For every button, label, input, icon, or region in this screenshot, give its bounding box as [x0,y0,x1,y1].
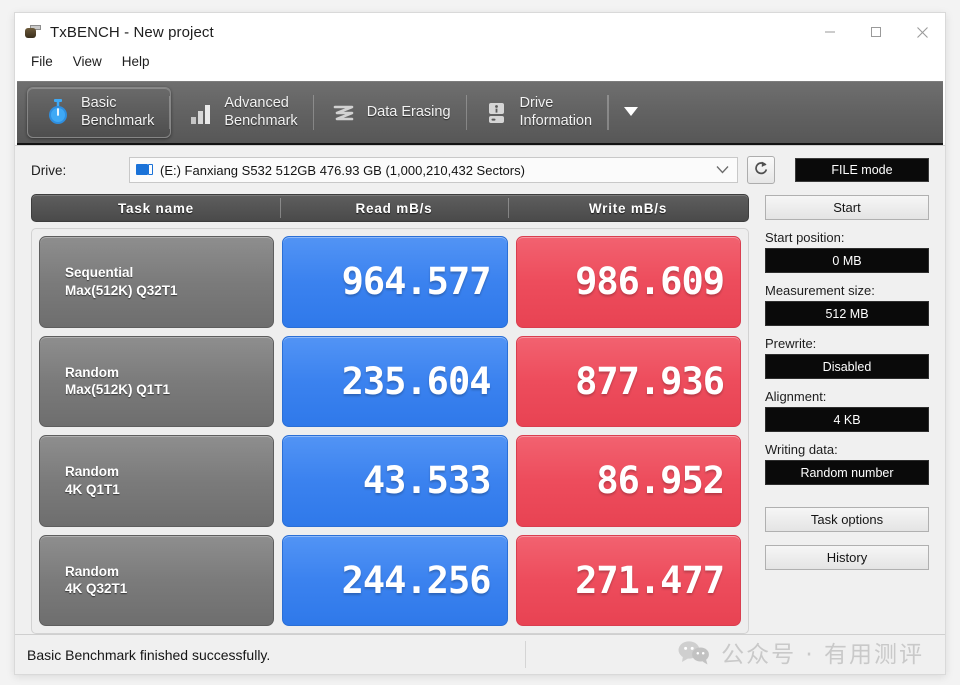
status-bar: Basic Benchmark finished successfully. [15,634,945,674]
read-speed-value: 235.604 [341,359,492,403]
write-speed-value: 271.477 [575,558,725,602]
tab-drive-information[interactable]: Drive Information [467,87,609,138]
writing-data-value[interactable]: Random number [765,460,929,485]
results-rows: Sequential Max(512K) Q32T1 964.577 986.6… [31,228,749,634]
measurement-size-value[interactable]: 512 MB [765,301,929,326]
refresh-drives-button[interactable] [747,156,775,184]
writing-data-label: Writing data: [765,442,838,457]
task-name-cell: Random 4K Q1T1 [39,435,274,527]
menu-bar: File View Help [15,51,945,73]
read-speed-value: 43.533 [362,459,492,503]
drive-selected-value: (E:) Fanxiang S532 512GB 476.93 GB (1,00… [160,162,525,178]
drive-selector-row: Drive: (E:) Fanxiang S532 512GB 476.93 G… [15,146,945,194]
txbench-window: TxBENCH - New project File View Help Bas… [14,12,946,675]
tab-label-basic-benchmark: Basic Benchmark [81,95,155,129]
task-name-cell: Random 4K Q32T1 [39,534,274,626]
chevron-down-icon [622,104,640,122]
maximize-icon[interactable] [853,17,899,47]
start-button[interactable]: Start [765,195,929,220]
hdd-icon [136,163,154,177]
stopwatch-icon [44,98,72,128]
tab-label-drive-information: Drive Information [519,95,593,129]
header-write-speed: Write mB/s [508,195,748,221]
drive-label: Drive: [31,162,67,178]
tab-data-erasing[interactable]: Data Erasing [314,87,467,138]
task-name-cell: Sequential Max(512K) Q32T1 [39,236,274,328]
task-name-cell: Random Max(512K) Q1T1 [39,335,274,427]
read-speed-cell: 43.533 [282,435,508,527]
write-speed-value: 877.936 [575,359,725,403]
title-bar: TxBENCH - New project [15,13,945,51]
settings-panel: Start Start position: 0 MB Measurement s… [765,194,929,634]
txbench-app-icon [25,24,42,40]
task-line-1: Random [65,563,119,579]
drive-select[interactable]: (E:) Fanxiang S532 512GB 476.93 GB (1,00… [129,157,738,183]
status-divider [525,641,526,668]
chevron-down-icon [716,161,729,179]
write-speed-cell: 86.952 [515,435,741,527]
history-button[interactable]: History [765,545,929,570]
task-line-1: Random [65,464,119,480]
menu-item-help[interactable]: Help [122,55,150,69]
menu-item-file[interactable]: File [31,55,53,69]
results-header-row: Task name Read mB/s Write mB/s [31,194,749,222]
read-speed-value: 244.256 [341,558,492,602]
read-speed-value: 964.577 [341,260,492,304]
table-row: Random 4K Q32T1 244.256 271.477 [39,534,741,626]
menu-item-view[interactable]: View [73,55,102,69]
drive-info-icon [483,98,511,128]
write-speed-cell: 877.936 [515,335,741,427]
file-mode-button[interactable]: FILE mode [795,158,929,182]
tab-overflow-button[interactable] [608,87,656,138]
tab-label-advanced-benchmark: Advanced Benchmark [224,95,298,129]
refresh-icon [752,159,770,182]
task-line-1: Sequential [65,265,134,281]
write-speed-cell: 271.477 [515,534,741,626]
tab-basic-benchmark[interactable]: Basic Benchmark [27,87,172,138]
task-line-2: Max(512K) Q32T1 [65,282,178,298]
status-message: Basic Benchmark finished successfully. [27,646,271,663]
measurement-size-label: Measurement size: [765,283,875,298]
write-speed-cell: 986.609 [515,236,741,328]
start-position-value[interactable]: 0 MB [765,248,929,273]
tab-label-data-erasing: Data Erasing [366,103,451,120]
results-table: Task name Read mB/s Write mB/s Sequentia… [31,194,749,634]
close-icon[interactable] [899,17,945,47]
content-area: Drive: (E:) Fanxiang S532 512GB 476.93 G… [15,145,945,674]
read-speed-cell: 235.604 [282,335,508,427]
eraser-wave-icon [330,98,358,128]
main-split: Task name Read mB/s Write mB/s Sequentia… [15,194,945,634]
task-options-button[interactable]: Task options [765,507,929,532]
task-line-2: 4K Q1T1 [65,481,120,497]
screenshot-root: TxBENCH - New project File View Help Bas… [0,0,960,685]
table-row: Random Max(512K) Q1T1 235.604 877.936 [39,335,741,427]
read-speed-cell: 244.256 [282,534,508,626]
table-row: Sequential Max(512K) Q32T1 964.577 986.6… [39,236,741,328]
task-line-2: 4K Q32T1 [65,581,128,597]
table-row: Random 4K Q1T1 43.533 86.952 [39,435,741,527]
write-speed-value: 86.952 [596,459,725,503]
alignment-label: Alignment: [765,389,827,404]
minimize-icon[interactable] [807,17,853,47]
window-controls [807,13,945,51]
header-task-name: Task name [118,200,194,216]
bar-chart-icon [187,98,215,128]
prewrite-label: Prewrite: [765,336,817,351]
write-speed-value: 986.609 [575,260,725,304]
tab-strip: Basic Benchmark Advanced Benchmark Data … [17,81,943,145]
task-line-2: Max(512K) Q1T1 [65,382,171,398]
read-speed-cell: 964.577 [282,236,508,328]
prewrite-value[interactable]: Disabled [765,354,929,379]
task-line-1: Random [65,364,119,380]
start-position-label: Start position: [765,230,845,245]
tab-advanced-benchmark[interactable]: Advanced Benchmark [171,87,314,138]
window-title: TxBENCH - New project [50,23,214,41]
alignment-value[interactable]: 4 KB [765,407,929,432]
header-read-speed: Read mB/s [280,195,508,221]
